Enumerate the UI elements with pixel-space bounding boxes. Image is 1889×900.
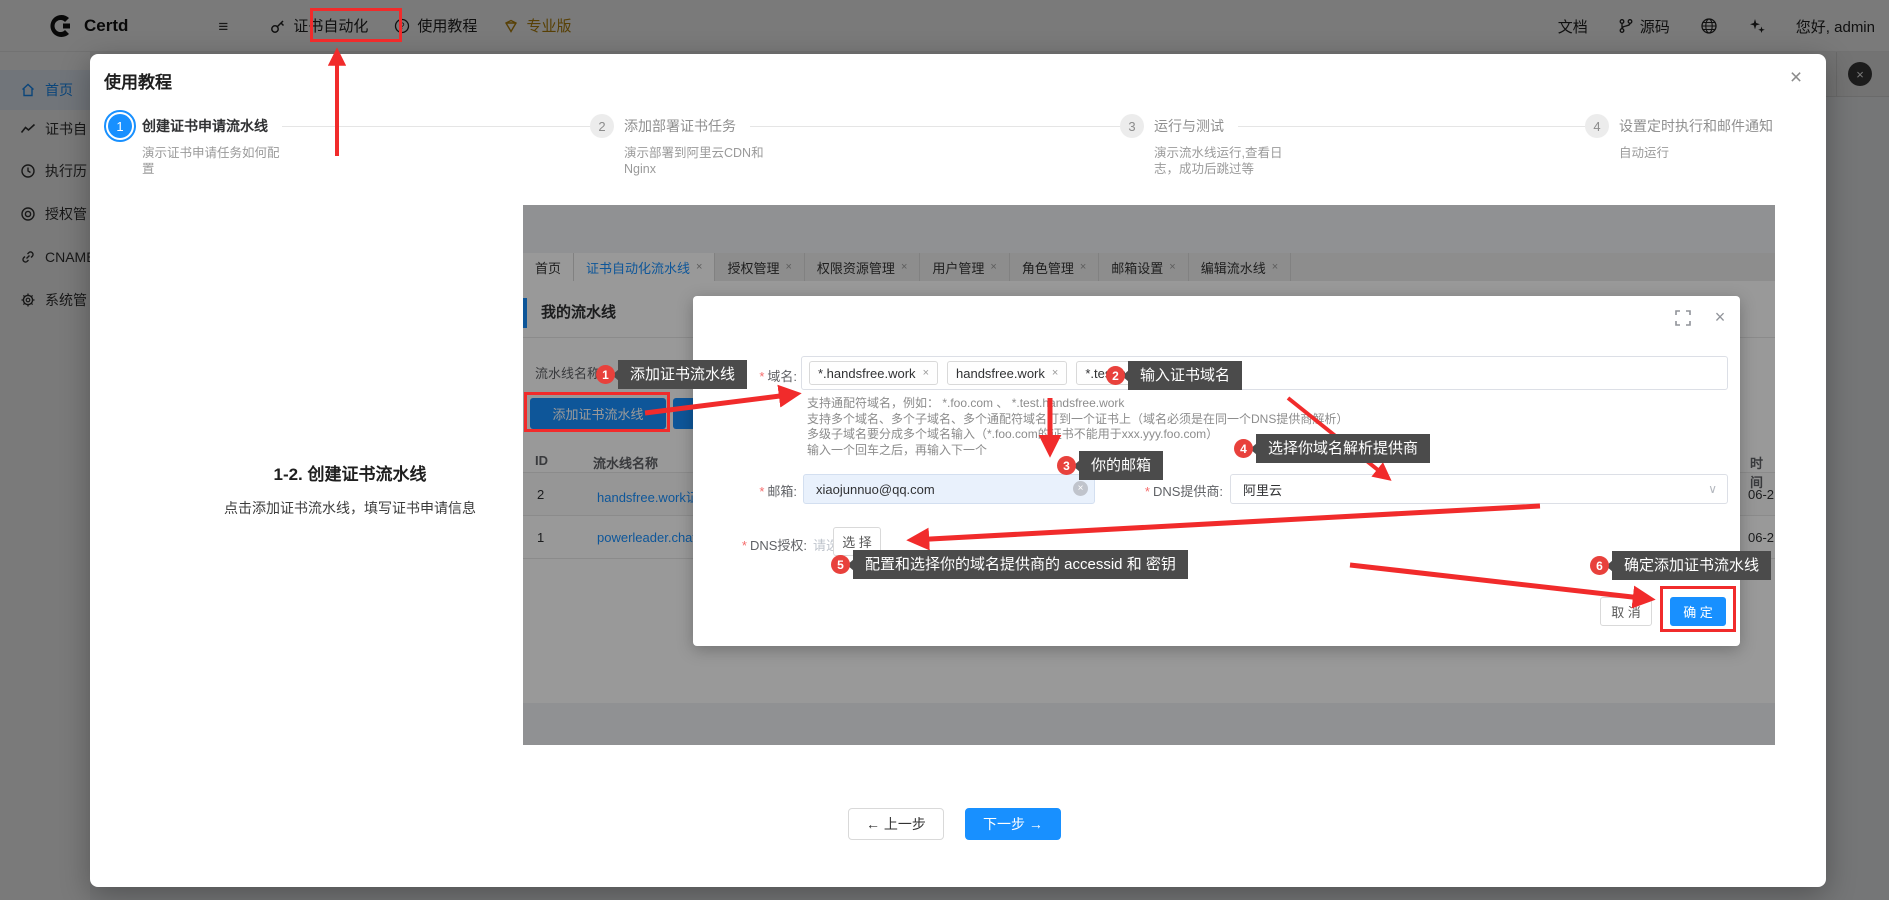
fullscreen-icon[interactable] — [1675, 310, 1691, 326]
step-connector — [1238, 126, 1585, 127]
domain-tag: *.handsfree.work× — [809, 361, 938, 385]
domain-help-text: 支持通配符域名，例如： *.foo.com 、 *.test.handsfree… — [807, 396, 1348, 458]
step-connector — [750, 126, 1120, 127]
step-2-number: 2 — [590, 114, 614, 138]
domain-field-label: *域名: — [713, 366, 797, 385]
add-pipeline-dialog: × *域名: *.handsfree.work× handsfree.work×… — [693, 296, 1740, 646]
step-3-number: 3 — [1120, 114, 1144, 138]
step-4: 4 设置定时执行和邮件通知 自动运行 — [1585, 114, 1815, 161]
modal-close-icon[interactable]: × — [1782, 64, 1810, 92]
tutorial-caption: 1-2. 创建证书流水线 点击添加证书流水线，填写证书申请信息 — [150, 460, 550, 518]
tag-remove-icon[interactable]: × — [1052, 367, 1058, 379]
dialog-close-icon[interactable]: × — [1709, 306, 1731, 328]
dns-provider-label: *DNS提供商: — [1108, 481, 1223, 500]
email-input[interactable]: xiaojunnuo@qq.com — [803, 474, 1095, 504]
domain-tag: *.test.handsfree.work× — [1076, 361, 1230, 385]
chevron-down-icon: ∨ — [1708, 482, 1717, 496]
step-2: 2 添加部署证书任务 演示部署到阿里云CDN和Nginx — [590, 114, 1120, 177]
step-1-number: 1 — [108, 114, 132, 138]
dns-provider-select[interactable]: 阿里云 ∨ — [1230, 474, 1728, 504]
step-4-number: 4 — [1585, 114, 1609, 138]
cancel-button[interactable]: 取 消 — [1600, 597, 1652, 626]
next-step-button[interactable]: 下一步 → — [965, 808, 1061, 840]
caption-title: 1-2. 创建证书流水线 — [150, 460, 550, 485]
confirm-button[interactable]: 确 定 — [1670, 597, 1726, 626]
step-3: 3 运行与测试 演示流水线运行,查看日志，成功后跳过等 — [1120, 114, 1585, 177]
prev-step-button[interactable]: ← 上一步 — [848, 808, 944, 840]
domain-tags-input[interactable]: *.handsfree.work× handsfree.work× *.test… — [801, 356, 1728, 390]
domain-tag: handsfree.work× — [947, 361, 1067, 385]
step-connector — [282, 126, 590, 127]
dns-auth-select-button[interactable]: 选 择 — [833, 527, 881, 556]
tutorial-screenshot: 首页 证书自动化流水线× 授权管理× 权限资源管理× 用户管理× 角色管理× 邮… — [523, 205, 1775, 745]
tag-remove-icon[interactable]: × — [1214, 367, 1220, 379]
tutorial-modal: 使用教程 × 1 创建证书申请流水线 演示证书申请任务如何配置 2 添加部署证书… — [90, 54, 1826, 887]
email-field-label: *邮箱: — [713, 481, 797, 500]
step-1: 1 创建证书申请流水线 演示证书申请任务如何配置 — [108, 114, 590, 177]
clear-input-icon[interactable]: × — [1073, 481, 1088, 496]
tag-remove-icon[interactable]: × — [923, 367, 929, 379]
modal-title: 使用教程 — [104, 68, 172, 93]
dns-auth-label: *DNS授权: — [713, 535, 807, 554]
caption-desc: 点击添加证书流水线，填写证书申请信息 — [150, 498, 550, 518]
